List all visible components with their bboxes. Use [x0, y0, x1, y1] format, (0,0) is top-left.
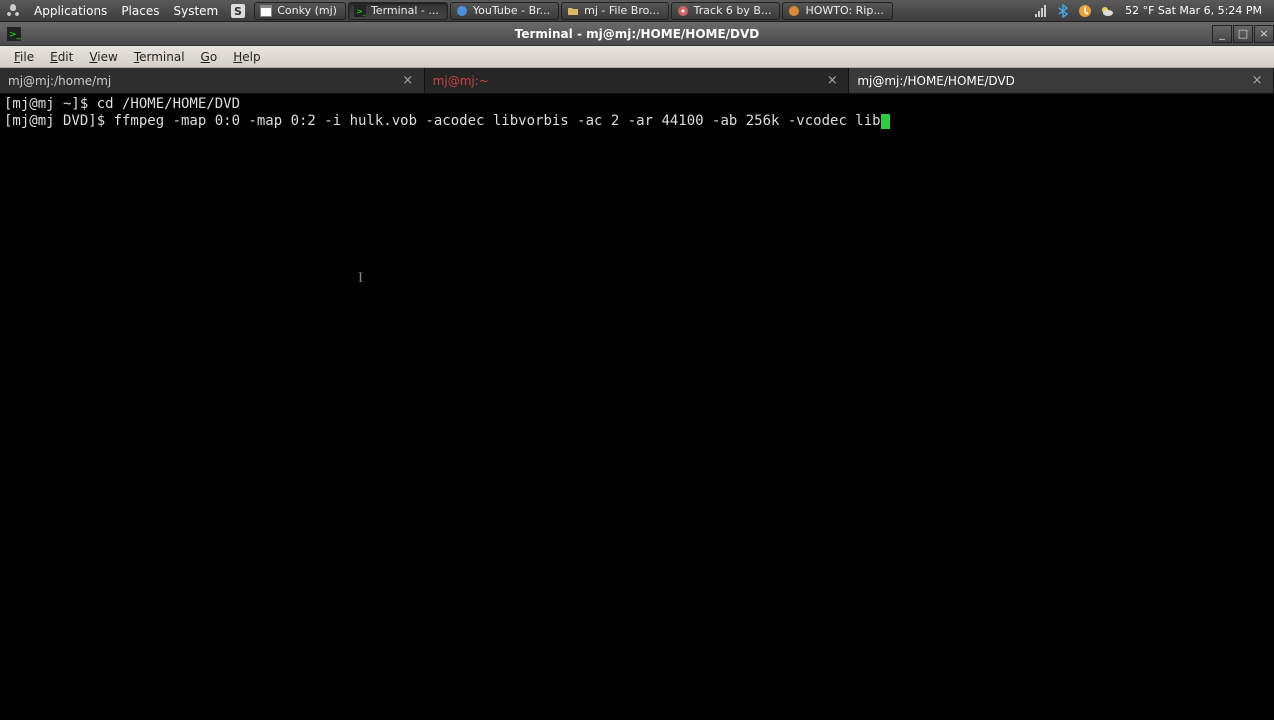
terminal-tab-2[interactable]: mj@mj:~ ×	[425, 68, 850, 93]
terminal-tabs: mj@mj:/home/mj × mj@mj:~ × mj@mj:/HOME/H…	[0, 68, 1274, 94]
tab-label: mj@mj:~	[433, 74, 489, 88]
terminal-line: [mj@mj ~]$ cd /HOME/HOME/DVD	[4, 96, 1270, 113]
maximize-button[interactable]: □	[1233, 25, 1253, 43]
terminal-line: [mj@mj DVD]$ ffmpeg -map 0:0 -map 0:2 -i…	[4, 113, 1270, 130]
terminal-tab-3[interactable]: mj@mj:/HOME/HOME/DVD ×	[849, 68, 1274, 93]
music-icon	[676, 4, 690, 18]
menu-help[interactable]: Help	[225, 50, 268, 64]
task-label: Track 6 by B...	[694, 4, 772, 17]
system-launcher-icon[interactable]: S	[230, 3, 246, 19]
folder-icon	[566, 4, 580, 18]
task-label: HOWTO: Rip...	[805, 4, 883, 17]
network-icon[interactable]	[1033, 3, 1049, 19]
gnome-foot-icon[interactable]	[4, 2, 22, 20]
clock[interactable]: 52 °F Sat Mar 6, 5:24 PM	[1121, 4, 1266, 17]
task-label: Conky (mj)	[277, 4, 337, 17]
terminal-app-icon[interactable]: >_	[6, 26, 22, 42]
window-titlebar: >_ Terminal - mj@mj:/HOME/HOME/DVD _ □ ×	[0, 22, 1274, 46]
task-label: mj - File Bro...	[584, 4, 660, 17]
task-youtube[interactable]: YouTube - Br...	[450, 2, 559, 20]
menu-file[interactable]: File	[6, 50, 42, 64]
window-icon	[259, 4, 273, 18]
window-controls: _ □ ×	[1211, 25, 1274, 43]
task-conky[interactable]: Conky (mj)	[254, 2, 346, 20]
terminal-tab-1[interactable]: mj@mj:/home/mj ×	[0, 68, 425, 93]
system-menu[interactable]: System	[167, 4, 224, 18]
tab-close-icon[interactable]: ×	[400, 73, 416, 89]
task-label: YouTube - Br...	[473, 4, 550, 17]
terminal-cursor	[881, 114, 890, 129]
task-terminal[interactable]: >_ Terminal - ...	[348, 2, 448, 20]
terminal-output[interactable]: [mj@mj ~]$ cd /HOME/HOME/DVD [mj@mj DVD]…	[0, 94, 1274, 720]
task-track[interactable]: Track 6 by B...	[671, 2, 781, 20]
ibeam-pointer-icon: I	[358, 270, 363, 287]
minimize-button[interactable]: _	[1212, 25, 1232, 43]
applications-menu[interactable]: Applications	[28, 4, 113, 18]
menubar: File Edit View Terminal Go Help	[0, 46, 1274, 68]
task-howto[interactable]: HOWTO: Rip...	[782, 2, 892, 20]
tab-label: mj@mj:/home/mj	[8, 74, 111, 88]
window-title: Terminal - mj@mj:/HOME/HOME/DVD	[515, 27, 760, 41]
terminal-icon: >_	[353, 4, 367, 18]
gnome-top-panel: Applications Places System S Conky (mj) …	[0, 0, 1274, 22]
tab-close-icon[interactable]: ×	[824, 73, 840, 89]
task-label: Terminal - ...	[371, 4, 439, 17]
tab-label: mj@mj:/HOME/HOME/DVD	[857, 74, 1015, 88]
globe-icon	[787, 4, 801, 18]
svg-text:>_: >_	[356, 7, 366, 16]
menu-go[interactable]: Go	[193, 50, 226, 64]
panel-left: Applications Places System S	[4, 2, 246, 20]
menu-terminal[interactable]: Terminal	[126, 50, 193, 64]
globe-icon	[455, 4, 469, 18]
svg-text:S: S	[234, 5, 242, 18]
bluetooth-icon[interactable]	[1055, 3, 1071, 19]
menu-edit[interactable]: Edit	[42, 50, 81, 64]
taskbar: Conky (mj) >_ Terminal - ... YouTube - B…	[254, 2, 1033, 20]
places-menu[interactable]: Places	[115, 4, 165, 18]
menu-view[interactable]: View	[81, 50, 125, 64]
task-filebrowser[interactable]: mj - File Bro...	[561, 2, 669, 20]
weather-icon[interactable]	[1099, 3, 1115, 19]
close-button[interactable]: ×	[1254, 25, 1274, 43]
update-icon[interactable]	[1077, 3, 1093, 19]
tab-close-icon[interactable]: ×	[1249, 73, 1265, 89]
panel-right: 52 °F Sat Mar 6, 5:24 PM	[1033, 3, 1270, 19]
svg-text:>_: >_	[9, 30, 21, 40]
